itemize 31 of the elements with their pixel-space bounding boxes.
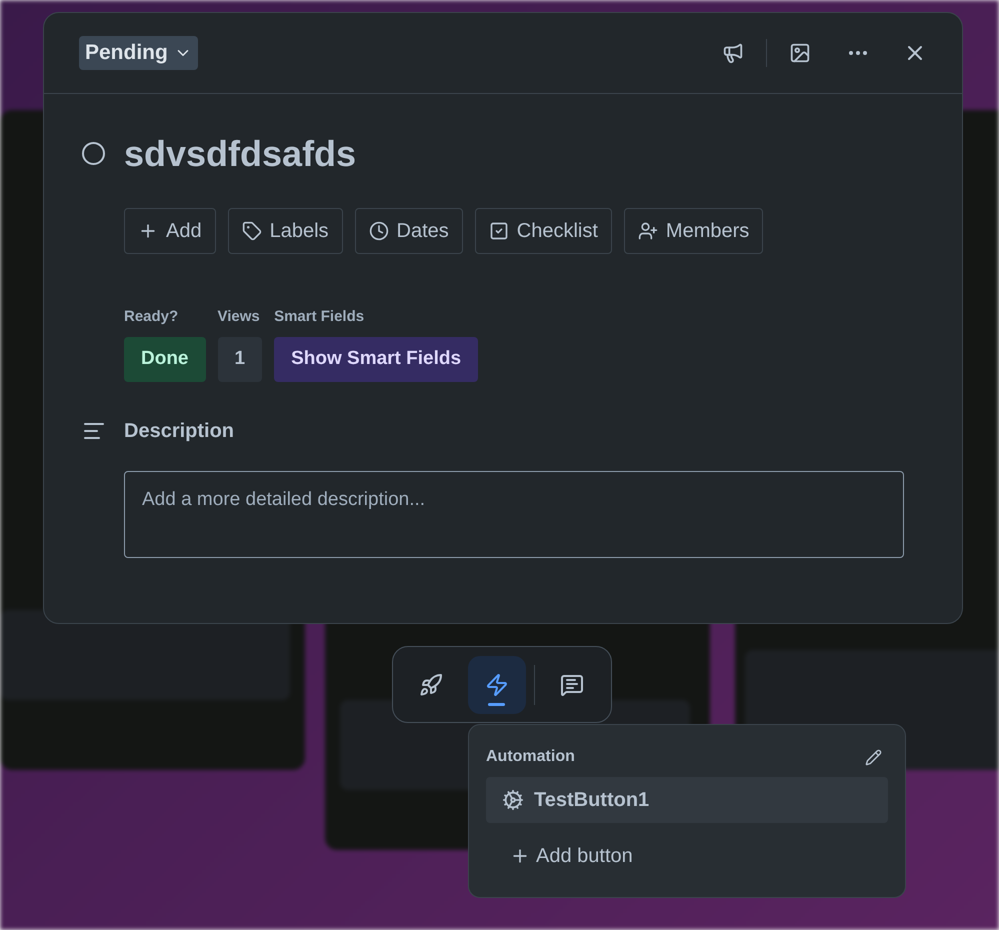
edit-pencil-icon[interactable] — [865, 748, 882, 766]
add-person-icon — [638, 221, 658, 241]
field-label: Smart Fields — [274, 307, 366, 327]
field-label: Views — [218, 307, 261, 327]
field-label: Ready? — [124, 307, 180, 327]
status-dropdown[interactable]: Pending — [79, 36, 198, 70]
action-button[interactable]: Add — [124, 208, 216, 254]
automation-button[interactable]: TestButton1 — [486, 777, 888, 823]
field-value-button[interactable]: Show Smart Fields — [274, 336, 478, 382]
clock-icon — [368, 221, 389, 241]
action-button[interactable]: Checklist — [474, 208, 612, 254]
megaphone-icon[interactable] — [722, 42, 744, 64]
card-title: sdvsdfdsafds — [124, 132, 358, 176]
tag-icon — [242, 221, 262, 241]
description-field[interactable]: Add a more detailed description... — [124, 470, 904, 558]
field-value-button[interactable]: Done — [124, 336, 206, 382]
checkbox-icon — [488, 221, 509, 241]
field-value-button[interactable]: 1 — [218, 336, 262, 382]
action-button[interactable]: Members — [624, 208, 764, 254]
action-button[interactable]: Labels — [228, 208, 343, 254]
selected-underline — [488, 702, 505, 706]
rocket-icon — [419, 672, 443, 696]
add-button-link[interactable]: Add button — [486, 833, 657, 879]
complete-checkbox[interactable] — [82, 142, 105, 165]
automation-heading: Automation — [486, 747, 575, 767]
image-icon[interactable] — [789, 42, 811, 64]
lightning-icon — [485, 672, 509, 696]
comment-icon — [560, 672, 584, 696]
toolbar-tab[interactable] — [468, 656, 526, 714]
action-button[interactable]: Dates — [354, 208, 463, 254]
description-heading: Description — [124, 418, 234, 444]
